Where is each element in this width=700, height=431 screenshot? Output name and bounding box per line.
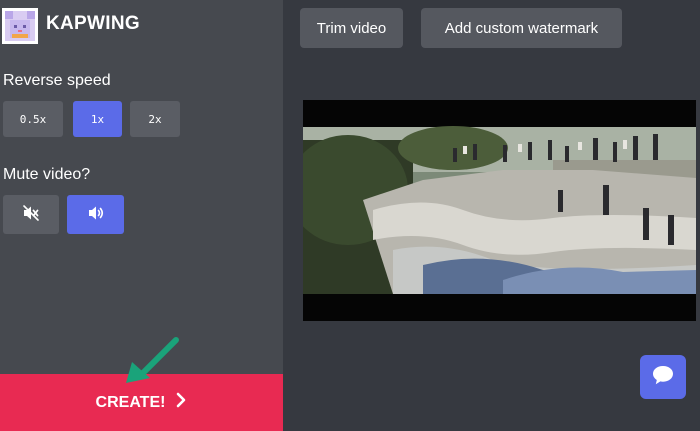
annotation-arrow-icon bbox=[120, 336, 182, 393]
create-button-label: CREATE! bbox=[95, 393, 166, 411]
speed-1x-button[interactable]: 1x bbox=[73, 101, 122, 137]
speed-2x-button[interactable]: 2x bbox=[130, 101, 180, 137]
chat-bubble-icon bbox=[651, 364, 675, 391]
mute-off-button[interactable] bbox=[67, 195, 124, 234]
kapwing-logo[interactable] bbox=[2, 8, 38, 44]
mute-video-label: Mute video? bbox=[3, 166, 91, 183]
reverse-speed-label: Reverse speed bbox=[3, 72, 111, 89]
chevron-right-icon bbox=[175, 392, 187, 413]
brand-name: KAPWING bbox=[46, 13, 140, 34]
speaker-muted-icon bbox=[22, 204, 40, 225]
trim-video-button[interactable]: Trim video bbox=[300, 8, 403, 48]
add-watermark-button[interactable]: Add custom watermark bbox=[421, 8, 622, 48]
options-sidebar: KAPWING Reverse speed 0.5x 1x 2x Mute vi… bbox=[0, 0, 283, 431]
chat-button[interactable] bbox=[640, 355, 686, 399]
video-preview[interactable] bbox=[303, 100, 696, 321]
mute-on-button[interactable] bbox=[3, 195, 59, 234]
speaker-on-icon bbox=[87, 204, 105, 225]
speed-0.5x-button[interactable]: 0.5x bbox=[3, 101, 63, 137]
